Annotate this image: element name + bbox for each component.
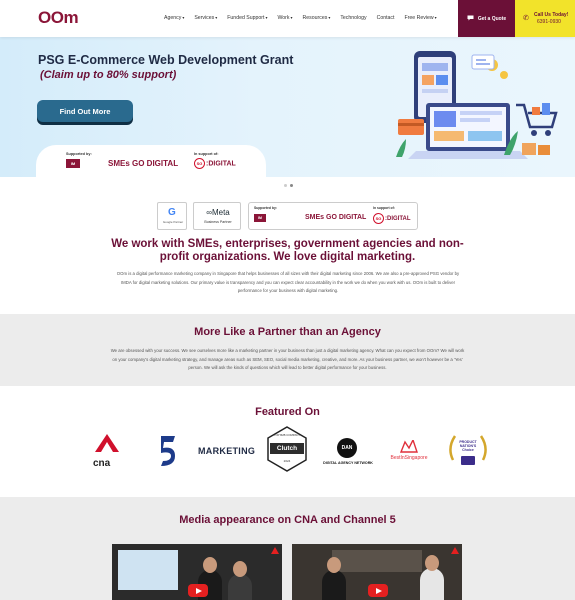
chevron-down-icon: ▾: [265, 15, 268, 20]
partner-heading: More Like a Partner than an Agency: [194, 326, 381, 338]
video-cna[interactable]: [112, 544, 282, 600]
oom-logo[interactable]: OOm: [38, 8, 79, 28]
nav-item-technology[interactable]: Technology: [340, 15, 366, 21]
ecommerce-illustration-icon: [396, 51, 558, 159]
meta-logo: ∞Meta: [206, 208, 230, 217]
video-person: [322, 570, 346, 600]
smes-go-digital-logo: SMEs GO DIGITAL: [108, 159, 179, 168]
imda-support-badge: Supported by: In support of: IM SMEs GO …: [248, 202, 418, 230]
best-in-singapore-logo: BestInSingapore: [384, 440, 434, 470]
featured-logos: cna MARKETING TOP B2B COMPANY Clutch 202…: [0, 426, 575, 474]
meta-business-partner-badge: ∞Meta Business Partner: [193, 202, 241, 230]
hero-title: PSG E-Commerce Web Development Grant: [38, 53, 294, 67]
get-a-quote-button[interactable]: Get a Quote: [458, 0, 515, 37]
video-person: [228, 574, 252, 600]
video-person-head: [425, 555, 439, 571]
youtube-play-icon[interactable]: [368, 584, 388, 597]
product-nation-choice-badge: PRODUCT NATION'S Choice: [447, 430, 489, 472]
digital-agency-network-logo: DAN DIGITAL AGENCY NETWORK: [318, 438, 378, 472]
video-thumbnail: [332, 550, 422, 572]
hero-subtitle: (Claim up to 80% support): [40, 69, 177, 81]
nav-item-funded-support[interactable]: Funded Support▾: [227, 15, 267, 21]
chat-icon: [467, 15, 474, 23]
sg-digital-logo: SG:DIGITAL: [194, 158, 236, 169]
chevron-down-icon: ▾: [434, 15, 437, 20]
imda-logo: IM: [254, 214, 266, 222]
google-partner-badge: G Google Partner: [157, 202, 187, 230]
video-person-head: [327, 557, 341, 573]
chevron-down-icon: ▾: [328, 15, 331, 20]
intro-paragraph: OOm is a digital performance marketing c…: [116, 271, 460, 293]
supported-by-label: Supported by:: [66, 152, 92, 156]
phone-icon: ✆: [523, 15, 529, 22]
nav-item-agency[interactable]: Agency▾: [164, 15, 184, 21]
carousel-dots: [284, 184, 293, 187]
call-number: 6391-0930: [537, 19, 561, 25]
sg-digital-logo: SG:DIGITAL: [373, 213, 411, 224]
smes-go-digital-logo: SMEs GO DIGITAL: [305, 214, 367, 221]
intro-heading: We work with SMEs, enterprises, governme…: [111, 238, 464, 263]
video-person-head: [203, 557, 217, 573]
call-us-button[interactable]: ✆ Call Us Today! 6391-0930: [515, 0, 575, 37]
partner-section: More Like a Partner than an Agency We ar…: [0, 314, 575, 386]
clutch-badge: TOP B2B COMPANY Clutch 2024: [266, 426, 308, 472]
nav-item-resources[interactable]: Resources▾: [303, 15, 331, 21]
chevron-down-icon: ▾: [290, 15, 293, 20]
media-heading: Media appearance on CNA and Channel 5: [179, 514, 396, 526]
call-label: Call Us Today!: [534, 12, 569, 18]
marketing-magazine-logo: MARKETING: [198, 446, 256, 456]
cna-logo: cna: [93, 434, 121, 470]
youtube-play-icon[interactable]: [188, 584, 208, 597]
nav-item-free-review[interactable]: Free Review▾: [404, 15, 436, 21]
partner-paragraph: We are obsessed with your success. We se…: [110, 348, 465, 370]
nav-item-work[interactable]: Work▾: [277, 15, 292, 21]
featured-heading: Featured On: [255, 406, 320, 418]
google-icon: G: [168, 207, 176, 218]
site-header: OOm Agency▾ Services▾ Funded Support▾ Wo…: [0, 0, 575, 37]
carousel-dot-active[interactable]: [290, 184, 293, 187]
carousel-dot[interactable]: [284, 184, 287, 187]
chevron-down-icon: ▾: [215, 15, 218, 20]
channel-5-logo: [155, 434, 177, 468]
video-channel-5[interactable]: [292, 544, 462, 600]
nav-item-contact[interactable]: Contact: [377, 15, 395, 21]
hero-support-card: Supported by: In support of: IM SMEs GO …: [36, 145, 266, 177]
main-nav: Agency▾ Services▾ Funded Support▾ Work▾ …: [164, 15, 447, 21]
chevron-down-icon: ▾: [182, 15, 185, 20]
cna-mark-icon: [451, 547, 459, 554]
cna-mark-icon: [271, 547, 279, 554]
imda-logo: IM: [66, 159, 80, 168]
video-person-head: [233, 561, 247, 577]
nav-item-services[interactable]: Services▾: [194, 15, 217, 21]
media-section: Media appearance on CNA and Channel 5: [0, 497, 575, 600]
video-person: [420, 568, 444, 600]
in-support-of-label: In support of:: [194, 152, 219, 156]
hero-banner: PSG E-Commerce Web Development Grant (Cl…: [0, 37, 575, 177]
video-thumbnail: [118, 550, 178, 590]
find-out-more-button[interactable]: Find Out More: [37, 100, 133, 122]
